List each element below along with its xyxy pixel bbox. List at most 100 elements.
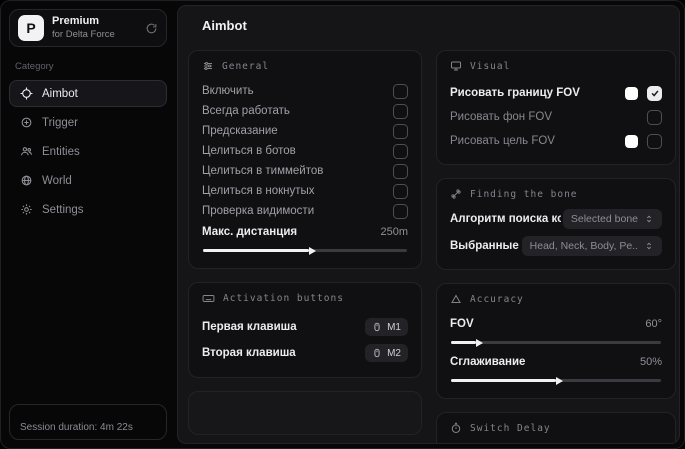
general-card-title: General: [222, 60, 270, 72]
brand-logo: P: [18, 15, 44, 41]
fov-slider[interactable]: [451, 341, 661, 344]
checkbox[interactable]: [393, 183, 408, 199]
checkbox[interactable]: [393, 83, 408, 99]
sidebar-item-label: Aimbot: [42, 87, 78, 100]
color-swatch[interactable]: [625, 86, 638, 100]
tune-icon: [204, 62, 212, 70]
checkbox[interactable]: [647, 109, 662, 125]
visual-row: Рисовать цель FOV: [450, 129, 662, 153]
triangle-icon: [451, 294, 461, 303]
smoothing-slider-block: Сглаживание 50%: [450, 352, 662, 382]
keybind-value: M2: [387, 347, 401, 359]
app-window: P Premium for Delta Force Category Aimbo…: [0, 0, 685, 449]
keybind-row: Первая клавиша M1: [202, 314, 408, 340]
visual-controls: [625, 133, 662, 149]
brand-card: P Premium for Delta Force: [9, 9, 167, 47]
slider-value: 250m: [380, 226, 408, 238]
toggle-label: Всегда работать: [202, 105, 290, 117]
checkbox[interactable]: [647, 133, 662, 149]
accuracy-card: Accuracy FOV 60° Сглаживание 50%: [436, 283, 676, 399]
toggle-label: Включить: [202, 85, 254, 97]
sidebar-item-label: World: [42, 174, 72, 187]
keybind-button-m2[interactable]: M2: [365, 344, 408, 362]
toggle-row: Включить: [202, 81, 408, 101]
sidebar-item-label: Entities: [42, 145, 80, 158]
general-card-header: General: [202, 60, 408, 72]
globe-icon: [21, 175, 32, 186]
checkbox[interactable]: [647, 85, 662, 101]
bone-algorithm-select[interactable]: Selected bone: [562, 209, 662, 229]
visual-controls: [625, 85, 662, 101]
bone-label: Выбранные кос: [450, 240, 520, 252]
toggle-row: Целиться в ботов: [202, 141, 408, 161]
bone-icon: [451, 189, 461, 199]
sidebar-item-settings[interactable]: Settings: [9, 196, 167, 223]
accuracy-card-title: Accuracy: [470, 293, 524, 305]
smoothing-slider[interactable]: [451, 379, 661, 382]
sidebar-item-aimbot[interactable]: Aimbot: [9, 80, 167, 107]
general-card: General Включить Всегда работать Предска…: [188, 50, 422, 269]
gear-icon: [21, 204, 32, 215]
visual-controls: [647, 109, 662, 125]
switch-delay-card-title: Switch Delay: [470, 422, 551, 434]
slider-head: Макс. дистанция 250m: [202, 222, 408, 242]
trigger-icon: [21, 117, 32, 128]
visual-row: Рисовать фон FOV: [450, 105, 662, 129]
keyboard-icon: [202, 295, 215, 302]
bone-row: Алгоритм поиска кост Selected bone: [450, 209, 662, 229]
slider-value: 50%: [639, 356, 662, 368]
keybind-button-m1[interactable]: M1: [365, 318, 408, 336]
visual-label: Рисовать фон FOV: [450, 111, 552, 123]
chevron-up-down-icon: [646, 242, 652, 250]
slider-label: Макс. дистанция: [202, 226, 298, 238]
keybind-row: Вторая клавиша M2: [202, 340, 408, 366]
toggle-row: Всегда работать: [202, 101, 408, 121]
color-swatch[interactable]: [625, 134, 638, 148]
switch-delay-card-header: Switch Delay: [450, 422, 662, 434]
left-column: General Включить Всегда работать Предска…: [188, 50, 422, 435]
sidebar-item-trigger[interactable]: Trigger: [9, 109, 167, 136]
toggle-row: Проверка видимости: [202, 201, 408, 221]
refresh-icon[interactable]: [145, 22, 158, 35]
toggle-label: Проверка видимости: [202, 205, 315, 217]
slider-label: FOV: [450, 318, 474, 330]
mouse-icon: [374, 348, 380, 358]
toggle-row: Целиться в тиммейтов: [202, 161, 408, 181]
sidebar-item-label: Trigger: [42, 116, 78, 129]
main-panel: Aimbot General Включить Всегда работать: [177, 5, 680, 444]
sidebar-item-label: Settings: [42, 203, 84, 216]
brand-subtitle: for Delta Force: [52, 28, 115, 40]
chevron-up-down-icon: [646, 215, 652, 223]
checkbox[interactable]: [393, 163, 408, 179]
select-value: Head, Neck, Body, Pe..: [529, 240, 638, 252]
checkbox[interactable]: [393, 123, 408, 139]
visual-card-header: Visual: [450, 60, 662, 72]
visual-label: Рисовать цель FOV: [450, 135, 555, 147]
content: General Включить Всегда работать Предска…: [178, 44, 679, 443]
bone-card-title: Finding the bone: [470, 188, 578, 200]
slider-fill[interactable]: [203, 249, 310, 252]
slider-value: 60°: [645, 318, 662, 330]
max-distance-slider[interactable]: [203, 249, 407, 252]
selected-bones-select[interactable]: Head, Neck, Body, Pe..: [521, 236, 662, 256]
keybind-value: M1: [387, 321, 401, 333]
accuracy-card-header: Accuracy: [450, 293, 662, 305]
sidebar-item-entities[interactable]: Entities: [9, 138, 167, 165]
checkbox[interactable]: [393, 103, 408, 119]
slider-head: Сглаживание 50%: [450, 352, 662, 372]
brand-text: Premium for Delta Force: [52, 15, 137, 41]
max-distance-slider-block: Макс. дистанция 250m: [202, 222, 408, 252]
bone-card: Finding the bone Алгоритм поиска кост Se…: [436, 178, 676, 270]
stopwatch-icon: [451, 422, 461, 433]
checkbox[interactable]: [393, 143, 408, 159]
sidebar: P Premium for Delta Force Category Aimbo…: [1, 1, 175, 448]
keybind-label: Вторая клавиша: [202, 347, 296, 359]
sidebar-item-world[interactable]: World: [9, 167, 167, 194]
select-value: Selected bone: [570, 213, 638, 225]
slider-fill[interactable]: [451, 341, 477, 344]
slider-fill[interactable]: [451, 379, 556, 382]
toggle-row: Предсказание: [202, 121, 408, 141]
brand-title: Premium: [52, 15, 100, 28]
checkbox[interactable]: [393, 203, 408, 219]
